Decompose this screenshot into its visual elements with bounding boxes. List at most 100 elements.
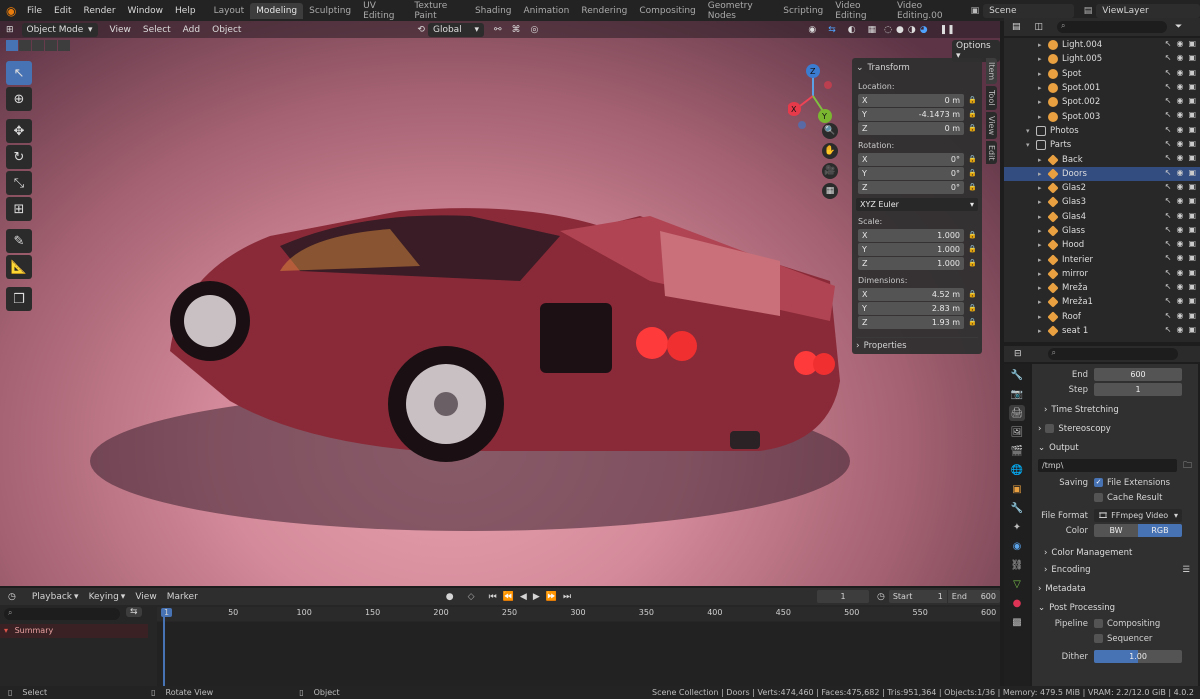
channel-search[interactable]: ⌕ (4, 608, 120, 620)
select-arrow-icon[interactable]: ↖ (1165, 125, 1172, 134)
select-arrow-icon[interactable]: ↖ (1165, 139, 1172, 148)
proportional-edit-icon[interactable]: ◎ (531, 25, 539, 35)
select-arrow-icon[interactable]: ↖ (1165, 268, 1172, 277)
outliner-item-mre-a[interactable]: ▸ Mreža ↖ ◉ ▣ (1004, 281, 1200, 295)
tab-video-editing-00[interactable]: Video Editing.00 (891, 0, 965, 24)
transform-icon[interactable]: ⊞ (6, 197, 32, 221)
tab-animation[interactable]: Animation (518, 3, 576, 19)
stereoscopy-panel[interactable]: › Stereoscopy (1032, 420, 1198, 437)
camera-render-icon[interactable]: ▣ (1188, 239, 1196, 248)
zoom-icon[interactable]: 🔍 (822, 123, 838, 139)
eye-icon[interactable]: ◉ (1176, 125, 1183, 134)
perspective-grid-icon[interactable]: ▦ (822, 183, 838, 199)
select-arrow-icon[interactable]: ↖ (1165, 68, 1172, 77)
lock-icon[interactable]: 🔒 (968, 290, 978, 299)
lock-icon[interactable]: 🔒 (968, 259, 978, 268)
tab-modeling[interactable]: Modeling (250, 2, 304, 19)
rotate-icon[interactable]: ↻ (6, 145, 32, 169)
camera-render-icon[interactable]: ▣ (1188, 68, 1196, 77)
lock-icon[interactable]: 🔒 (968, 245, 978, 254)
scene-tab-icon[interactable]: 🎬 (1009, 443, 1025, 459)
lock-icon[interactable]: 🔒 (968, 183, 978, 192)
select-extend-icon[interactable] (19, 40, 31, 51)
chevron-right-icon[interactable]: ▸ (1038, 113, 1048, 121)
camera-render-icon[interactable]: ▣ (1188, 325, 1196, 334)
camera-render-icon[interactable]: ▣ (1188, 153, 1196, 162)
scale-icon[interactable]: ⤡ (6, 171, 32, 195)
cache-result-checkbox[interactable] (1094, 493, 1103, 502)
location-x-field[interactable]: X 0 m (858, 93, 964, 107)
rotation-z-field[interactable]: Z 0° (858, 180, 964, 194)
scale-y-field[interactable]: Y 1.000 (858, 242, 964, 256)
select-arrow-icon[interactable]: ↖ (1165, 282, 1172, 291)
chevron-right-icon[interactable]: ▸ (1038, 184, 1048, 192)
camera-render-icon[interactable]: ▣ (1188, 282, 1196, 291)
eye-icon[interactable]: ◉ (1176, 53, 1183, 62)
outliner-item-spot[interactable]: ▸ Spot ↖ ◉ ▣ (1004, 67, 1200, 81)
texture-tab-icon[interactable]: ▩ (1009, 614, 1025, 630)
editor-type-icon[interactable]: ⊟ (1014, 349, 1022, 359)
chevron-right-icon[interactable]: ▸ (1038, 213, 1048, 221)
chevron-right-icon[interactable]: ▸ (1038, 70, 1048, 78)
play-reverse-icon[interactable]: ◀ (520, 592, 527, 602)
select-box-icon[interactable]: ↖ (6, 61, 32, 85)
outliner-item-glas3[interactable]: ▸ Glas3 ↖ ◉ ▣ (1004, 195, 1200, 209)
play-icon[interactable]: ▶ (533, 592, 540, 602)
camera-render-icon[interactable]: ▣ (1188, 268, 1196, 277)
eye-icon[interactable]: ◉ (1176, 96, 1183, 105)
summary-channel[interactable]: ▾ Summary (0, 624, 148, 638)
select-arrow-icon[interactable]: ↖ (1165, 296, 1172, 305)
chevron-right-icon[interactable]: ▸ (1038, 170, 1048, 178)
eye-icon[interactable]: ◉ (1176, 211, 1183, 220)
chevron-right-icon[interactable]: ▸ (1038, 41, 1048, 49)
scale-z-field[interactable]: Z 1.000 (858, 256, 964, 270)
properties-search[interactable]: ⌕ (1047, 348, 1178, 360)
material-tab-icon[interactable]: ● (1009, 595, 1025, 611)
prev-keyframe-icon[interactable]: ⏪ (503, 592, 514, 602)
outliner-item-spot-003[interactable]: ▸ Spot.003 ↖ ◉ ▣ (1004, 109, 1200, 123)
chevron-right-icon[interactable]: ▸ (1038, 198, 1048, 206)
measure-icon[interactable]: 📐 (6, 255, 32, 279)
editor-type-icon[interactable]: ⊞ (6, 25, 14, 35)
location-z-field[interactable]: Z 0 m (858, 121, 964, 135)
record-icon[interactable]: ● (446, 592, 454, 602)
scale-x-field[interactable]: X 1.000 (858, 228, 964, 242)
timeline-menu-marker[interactable]: Marker (167, 592, 198, 602)
camera-render-icon[interactable]: ▣ (1188, 311, 1196, 320)
shading-wireframe-icon[interactable]: ◌ (884, 25, 892, 35)
tab-scripting[interactable]: Scripting (777, 3, 829, 19)
camera-render-icon[interactable]: ▣ (1188, 296, 1196, 305)
select-arrow-icon[interactable]: ↖ (1165, 168, 1172, 177)
eye-icon[interactable]: ◉ (1176, 168, 1183, 177)
metadata-panel[interactable]: › Metadata (1032, 580, 1198, 597)
current-frame-field[interactable]: 1 (817, 590, 869, 603)
menu-render[interactable]: Render (77, 6, 121, 16)
select-invert-icon[interactable] (45, 40, 57, 51)
camera-icon[interactable]: 🎥 (822, 163, 838, 179)
file-extensions-checkbox[interactable]: ✓ (1094, 478, 1103, 487)
view-layer-field[interactable]: ViewLayer (1096, 3, 1200, 18)
frame-end-field[interactable]: 600 (1094, 368, 1182, 381)
frame-ruler[interactable]: 1 50 100 150 200 250 300 350 400 450 500 550 600 (157, 607, 1000, 621)
dimensions-z-field[interactable]: Z 1.93 m (858, 315, 964, 329)
select-arrow-icon[interactable]: ↖ (1165, 96, 1172, 105)
color-management-panel[interactable]: › Color Management (1032, 544, 1198, 561)
chevron-right-icon[interactable]: ▸ (1038, 241, 1048, 249)
select-arrow-icon[interactable]: ↖ (1165, 311, 1172, 320)
jump-end-icon[interactable]: ⏭ (563, 592, 571, 602)
view-layer-tab-icon[interactable]: 🖼 (1009, 424, 1025, 440)
eye-icon[interactable]: ◉ (1176, 39, 1183, 48)
jump-start-icon[interactable]: ⏮ (489, 592, 497, 602)
timeline-menu-keying[interactable]: Keying (89, 592, 119, 602)
outliner-item-light-004[interactable]: ▸ Light.004 ↖ ◉ ▣ (1004, 38, 1200, 52)
annotate-icon[interactable]: ✎ (6, 229, 32, 253)
rotation-mode-select[interactable]: XYZ Euler ▾ (856, 197, 978, 211)
tab-video-editing[interactable]: Video Editing (829, 0, 891, 24)
editor-type-icon[interactable]: ◷ (8, 592, 16, 602)
camera-render-icon[interactable]: ▣ (1188, 110, 1196, 119)
outliner-item-back[interactable]: ▸ Back ↖ ◉ ▣ (1004, 152, 1200, 166)
scene-icon[interactable]: ▣ (971, 6, 980, 16)
lock-icon[interactable]: 🔒 (968, 110, 978, 119)
snap-icon[interactable]: ⌘ (512, 25, 521, 35)
outliner-item-glass[interactable]: ▸ Glass ↖ ◉ ▣ (1004, 224, 1200, 238)
